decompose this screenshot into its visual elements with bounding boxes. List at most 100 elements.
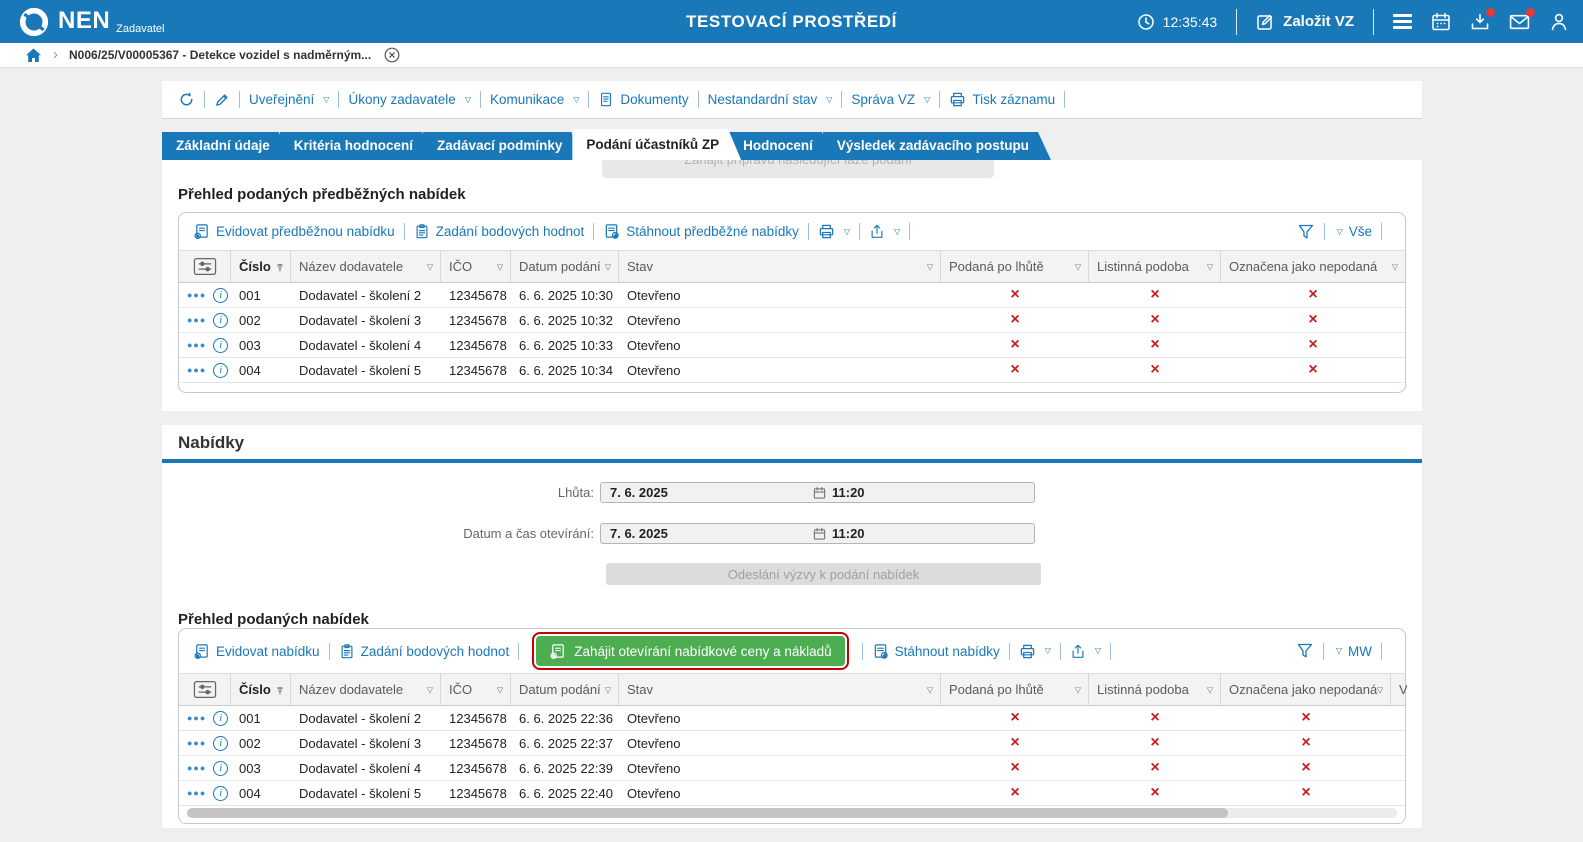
send-invitation-button[interactable]: Odeslání výzvy k podání nabídek [606,563,1041,585]
row-info-button[interactable]: i [213,785,229,801]
action-evidovat-p-edb-nou-nab-dku[interactable]: Evidovat předběžnou nabídku [193,223,395,240]
column-menu-icon[interactable]: ▽ [277,262,283,271]
column-menu-icon[interactable]: ▽ [1075,685,1081,694]
cell-po_lhute: × [941,333,1089,357]
scrollbar-thumb[interactable] [187,808,1228,818]
tab-z-kladn-daje[interactable]: Základní údaje [162,132,292,160]
column-menu-icon[interactable]: ▽ [497,685,503,694]
divider [403,223,405,240]
no-mark-icon: × [1150,286,1160,303]
column-menu-icon[interactable]: ▽ [605,262,611,271]
column-menu-icon[interactable]: ▽ [1075,262,1081,271]
row-menu-button[interactable]: ●●● [187,365,206,375]
chevron-down-icon: ▽ [1044,646,1051,655]
cell-stav: Otevřeno [627,735,681,751]
user-icon[interactable] [1549,12,1569,32]
row-info-button[interactable]: i [213,735,229,751]
no-mark-icon: × [1010,709,1020,726]
tab-krit-ria-hodnocen[interactable]: Kritéria hodnocení [280,132,435,160]
nen-brand[interactable]: NEN Zadavatel [18,6,164,38]
tab-hodnocen[interactable]: Hodnocení [729,132,835,160]
export-menu-button[interactable]: ▽ [869,223,900,240]
column-menu-icon[interactable]: ▽ [927,685,933,694]
start-opening-button[interactable]: Zahájit otevírání nabídkové ceny a nákla… [532,632,849,670]
filter-button[interactable] [1297,223,1315,241]
print-menu-button[interactable]: ▽ [818,223,850,240]
row-menu-button[interactable]: ●●● [187,340,206,350]
row-info-button[interactable]: i [213,312,229,328]
create-vz-button[interactable]: Založit VZ [1256,12,1354,31]
tab-v-sledek-zad-vac-ho-postupu[interactable]: Výsledek zadávacího postupu [823,132,1051,160]
column-menu-icon[interactable]: ▽ [1377,685,1383,694]
edit-record-button[interactable] [214,92,230,108]
home-icon[interactable] [25,47,42,63]
row-menu-button[interactable]: ●●● [187,315,206,325]
cell-ico: 12345678 [449,735,507,751]
column-settings-button[interactable] [193,680,217,699]
row-menu-button[interactable]: ●●● [187,290,206,300]
cell-cislo: 001 [239,287,261,303]
row-info-button[interactable]: i [213,362,229,378]
row-menu-button[interactable]: ●●● [187,763,206,773]
cell-cislo: 004 [239,785,261,801]
column-menu-icon[interactable]: ▽ [1392,262,1398,271]
toolbar-item-tisk-z-znamu[interactable]: Tisk záznamu [949,91,1055,108]
deadline-input[interactable]: 7. 6. 2025 11:20 [600,482,1035,503]
row-menu-button[interactable]: ●●● [187,713,206,723]
column-menu-icon[interactable]: ▽ [1207,262,1213,271]
horizontal-scrollbar[interactable] [187,808,1397,818]
table-row: ●●● i 001 Dodavatel - školení 2 12345678 6. 6… [179,706,1405,731]
column-menu-icon[interactable]: ▽ [497,262,503,271]
cell-dodavatel: Dodavatel - školení 5 [299,785,422,801]
action-st-hnout-p-edb-n-nab-dky[interactable]: Stáhnout předběžné nabídky [603,223,799,240]
tab-pod-n-astn-k-zp[interactable]: Podání účastníků ZP [572,129,741,160]
column-menu-icon[interactable]: ▽ [427,685,433,694]
action-zad-n-bodov-ch-hodnot[interactable]: Zadání bodových hodnot [339,643,509,660]
offers-panel: Nabídky Lhůta: 7. 6. 2025 11:20 Datum a … [162,425,1422,828]
action-label: Evidovat nabídku [216,643,320,659]
col-label: Číslo [239,682,271,697]
divider [909,223,911,240]
toolbar-item-kony-zadavatele[interactable]: Úkony zadavatele ▽ [348,92,470,107]
column-menu-icon[interactable]: ▽ [1207,685,1213,694]
column-menu-icon[interactable]: ▽ [605,685,611,694]
calendar-icon[interactable] [1431,12,1451,32]
cell-stav: Otevřeno [627,337,681,353]
toolbar-item-dokumenty[interactable]: Dokumenty [598,91,689,108]
refresh-button[interactable] [178,91,195,108]
row-info-button[interactable]: i [213,710,229,726]
downloads-icon[interactable] [1470,7,1495,32]
tab-zad-vac-podm-nky[interactable]: Zadávací podmínky [423,132,584,160]
row-info-button[interactable]: i [213,287,229,303]
print-menu-button[interactable]: ▽ [1019,643,1051,660]
breadcrumb-close-icon[interactable] [384,47,400,63]
action-evidovat-nab-dku[interactable]: Evidovat nabídku [193,643,320,660]
row-info-button[interactable]: i [213,760,229,776]
cell-listinna: × [1089,731,1221,755]
cell-datum: 6. 6. 2025 10:34 [519,362,613,378]
column-menu-icon[interactable]: ▽ [277,685,283,694]
cell-listinna: × [1089,333,1221,357]
action-zad-n-bodov-ch-hodnot[interactable]: Zadání bodových hodnot [414,223,584,240]
export-menu-button[interactable]: ▽ [1070,643,1101,660]
menu-icon[interactable] [1393,14,1412,29]
divider [1064,91,1066,108]
opening-input[interactable]: 7. 6. 2025 11:20 [600,523,1035,544]
toolbar-item-komunikace[interactable]: Komunikace ▽ [490,92,579,107]
column-menu-icon[interactable]: ▽ [427,262,433,271]
row-menu-button[interactable]: ●●● [187,738,206,748]
view-dropdown[interactable]: ▽ Vše [1334,224,1372,239]
toolbar-item-spr-va-vz[interactable]: Správa VZ ▽ [851,92,930,107]
deadline-time: 11:20 [832,485,865,500]
mail-icon[interactable] [1509,7,1535,32]
filter-button[interactable] [1296,642,1314,660]
toolbar-item-nestandardn-stav[interactable]: Nestandardní stav ▽ [708,92,833,107]
column-menu-icon[interactable]: ▽ [927,262,933,271]
view-dropdown[interactable]: ▽ MW [1333,644,1372,659]
row-info-button[interactable]: i [213,337,229,353]
toolbar-item-uve-ejn-n[interactable]: Uveřejnění ▽ [249,92,329,107]
row-menu-button[interactable]: ●●● [187,788,206,798]
column-settings-button[interactable] [193,257,217,276]
action-st-hnout-nab-dky[interactable]: Stáhnout nabídky [872,643,1000,660]
breadcrumb-item[interactable]: N006/25/V00005367 - Detekce vozidel s na… [69,48,371,62]
